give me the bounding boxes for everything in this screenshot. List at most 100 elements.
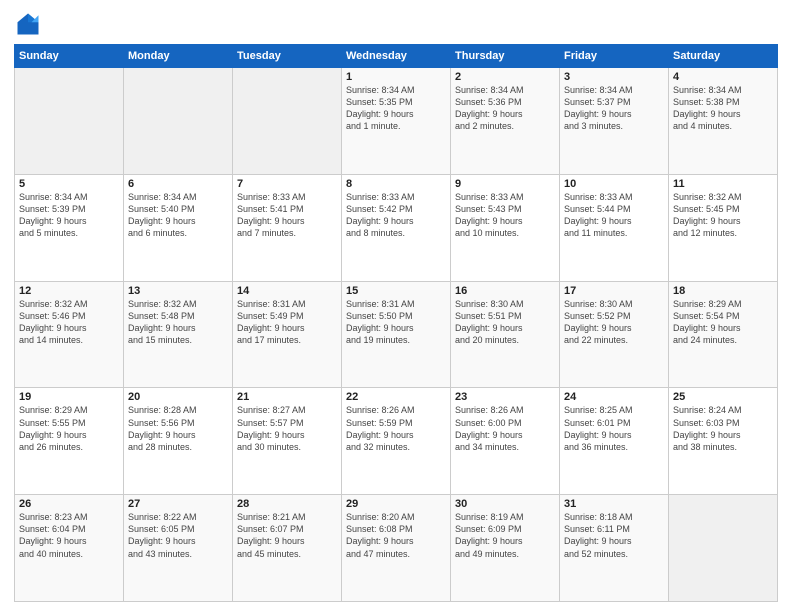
calendar-cell: 25Sunrise: 8:24 AM Sunset: 6:03 PM Dayli… [669,388,778,495]
calendar-cell: 21Sunrise: 8:27 AM Sunset: 5:57 PM Dayli… [233,388,342,495]
calendar-cell: 4Sunrise: 8:34 AM Sunset: 5:38 PM Daylig… [669,68,778,175]
day-info: Sunrise: 8:19 AM Sunset: 6:09 PM Dayligh… [455,511,555,560]
day-number: 28 [237,498,337,510]
calendar-cell: 19Sunrise: 8:29 AM Sunset: 5:55 PM Dayli… [15,388,124,495]
calendar-cell: 3Sunrise: 8:34 AM Sunset: 5:37 PM Daylig… [560,68,669,175]
calendar-table: Sunday Monday Tuesday Wednesday Thursday… [14,44,778,602]
day-number: 27 [128,498,228,510]
day-info: Sunrise: 8:34 AM Sunset: 5:38 PM Dayligh… [673,84,773,133]
day-info: Sunrise: 8:33 AM Sunset: 5:42 PM Dayligh… [346,191,446,240]
day-number: 3 [564,71,664,83]
day-info: Sunrise: 8:33 AM Sunset: 5:44 PM Dayligh… [564,191,664,240]
day-number: 13 [128,285,228,297]
calendar-cell: 7Sunrise: 8:33 AM Sunset: 5:41 PM Daylig… [233,174,342,281]
logo-icon [14,10,42,38]
page: Sunday Monday Tuesday Wednesday Thursday… [0,0,792,612]
day-number: 26 [19,498,119,510]
day-number: 30 [455,498,555,510]
calendar-cell: 29Sunrise: 8:20 AM Sunset: 6:08 PM Dayli… [342,495,451,602]
calendar-cell: 11Sunrise: 8:32 AM Sunset: 5:45 PM Dayli… [669,174,778,281]
calendar-week-row: 12Sunrise: 8:32 AM Sunset: 5:46 PM Dayli… [15,281,778,388]
day-info: Sunrise: 8:20 AM Sunset: 6:08 PM Dayligh… [346,511,446,560]
calendar-cell: 20Sunrise: 8:28 AM Sunset: 5:56 PM Dayli… [124,388,233,495]
day-number: 17 [564,285,664,297]
calendar-week-row: 26Sunrise: 8:23 AM Sunset: 6:04 PM Dayli… [15,495,778,602]
day-number: 2 [455,71,555,83]
day-number: 25 [673,391,773,403]
calendar-cell: 6Sunrise: 8:34 AM Sunset: 5:40 PM Daylig… [124,174,233,281]
day-info: Sunrise: 8:31 AM Sunset: 5:50 PM Dayligh… [346,298,446,347]
day-info: Sunrise: 8:31 AM Sunset: 5:49 PM Dayligh… [237,298,337,347]
calendar-cell: 5Sunrise: 8:34 AM Sunset: 5:39 PM Daylig… [15,174,124,281]
calendar-cell: 27Sunrise: 8:22 AM Sunset: 6:05 PM Dayli… [124,495,233,602]
day-number: 1 [346,71,446,83]
calendar-cell: 16Sunrise: 8:30 AM Sunset: 5:51 PM Dayli… [451,281,560,388]
day-number: 24 [564,391,664,403]
day-info: Sunrise: 8:34 AM Sunset: 5:40 PM Dayligh… [128,191,228,240]
day-number: 9 [455,178,555,190]
calendar-cell: 24Sunrise: 8:25 AM Sunset: 6:01 PM Dayli… [560,388,669,495]
header-friday: Friday [560,45,669,68]
calendar-cell [15,68,124,175]
calendar-cell: 1Sunrise: 8:34 AM Sunset: 5:35 PM Daylig… [342,68,451,175]
day-info: Sunrise: 8:30 AM Sunset: 5:51 PM Dayligh… [455,298,555,347]
day-number: 20 [128,391,228,403]
day-number: 5 [19,178,119,190]
header-sunday: Sunday [15,45,124,68]
calendar-cell: 17Sunrise: 8:30 AM Sunset: 5:52 PM Dayli… [560,281,669,388]
day-info: Sunrise: 8:27 AM Sunset: 5:57 PM Dayligh… [237,404,337,453]
calendar-cell: 26Sunrise: 8:23 AM Sunset: 6:04 PM Dayli… [15,495,124,602]
day-info: Sunrise: 8:23 AM Sunset: 6:04 PM Dayligh… [19,511,119,560]
day-number: 6 [128,178,228,190]
day-number: 4 [673,71,773,83]
day-number: 8 [346,178,446,190]
calendar-cell [124,68,233,175]
day-number: 14 [237,285,337,297]
header-wednesday: Wednesday [342,45,451,68]
day-info: Sunrise: 8:22 AM Sunset: 6:05 PM Dayligh… [128,511,228,560]
day-number: 29 [346,498,446,510]
day-info: Sunrise: 8:34 AM Sunset: 5:35 PM Dayligh… [346,84,446,133]
day-info: Sunrise: 8:25 AM Sunset: 6:01 PM Dayligh… [564,404,664,453]
calendar-cell: 28Sunrise: 8:21 AM Sunset: 6:07 PM Dayli… [233,495,342,602]
calendar-cell: 15Sunrise: 8:31 AM Sunset: 5:50 PM Dayli… [342,281,451,388]
header-thursday: Thursday [451,45,560,68]
calendar-cell: 2Sunrise: 8:34 AM Sunset: 5:36 PM Daylig… [451,68,560,175]
logo [14,10,46,38]
day-info: Sunrise: 8:21 AM Sunset: 6:07 PM Dayligh… [237,511,337,560]
day-number: 21 [237,391,337,403]
calendar-cell: 22Sunrise: 8:26 AM Sunset: 5:59 PM Dayli… [342,388,451,495]
day-number: 23 [455,391,555,403]
calendar-cell: 9Sunrise: 8:33 AM Sunset: 5:43 PM Daylig… [451,174,560,281]
day-info: Sunrise: 8:24 AM Sunset: 6:03 PM Dayligh… [673,404,773,453]
calendar-cell: 13Sunrise: 8:32 AM Sunset: 5:48 PM Dayli… [124,281,233,388]
day-number: 15 [346,285,446,297]
calendar-cell [233,68,342,175]
calendar-cell: 18Sunrise: 8:29 AM Sunset: 5:54 PM Dayli… [669,281,778,388]
header-tuesday: Tuesday [233,45,342,68]
day-number: 19 [19,391,119,403]
calendar-cell: 31Sunrise: 8:18 AM Sunset: 6:11 PM Dayli… [560,495,669,602]
day-info: Sunrise: 8:32 AM Sunset: 5:46 PM Dayligh… [19,298,119,347]
day-number: 7 [237,178,337,190]
day-info: Sunrise: 8:29 AM Sunset: 5:55 PM Dayligh… [19,404,119,453]
day-number: 31 [564,498,664,510]
calendar-cell: 14Sunrise: 8:31 AM Sunset: 5:49 PM Dayli… [233,281,342,388]
day-number: 10 [564,178,664,190]
header-saturday: Saturday [669,45,778,68]
day-info: Sunrise: 8:34 AM Sunset: 5:39 PM Dayligh… [19,191,119,240]
day-number: 22 [346,391,446,403]
day-info: Sunrise: 8:33 AM Sunset: 5:41 PM Dayligh… [237,191,337,240]
calendar-cell: 30Sunrise: 8:19 AM Sunset: 6:09 PM Dayli… [451,495,560,602]
day-info: Sunrise: 8:26 AM Sunset: 5:59 PM Dayligh… [346,404,446,453]
calendar-cell [669,495,778,602]
day-info: Sunrise: 8:26 AM Sunset: 6:00 PM Dayligh… [455,404,555,453]
day-info: Sunrise: 8:34 AM Sunset: 5:36 PM Dayligh… [455,84,555,133]
day-number: 12 [19,285,119,297]
day-info: Sunrise: 8:32 AM Sunset: 5:48 PM Dayligh… [128,298,228,347]
calendar-cell: 8Sunrise: 8:33 AM Sunset: 5:42 PM Daylig… [342,174,451,281]
header [14,10,778,38]
header-monday: Monday [124,45,233,68]
calendar-cell: 12Sunrise: 8:32 AM Sunset: 5:46 PM Dayli… [15,281,124,388]
day-number: 16 [455,285,555,297]
